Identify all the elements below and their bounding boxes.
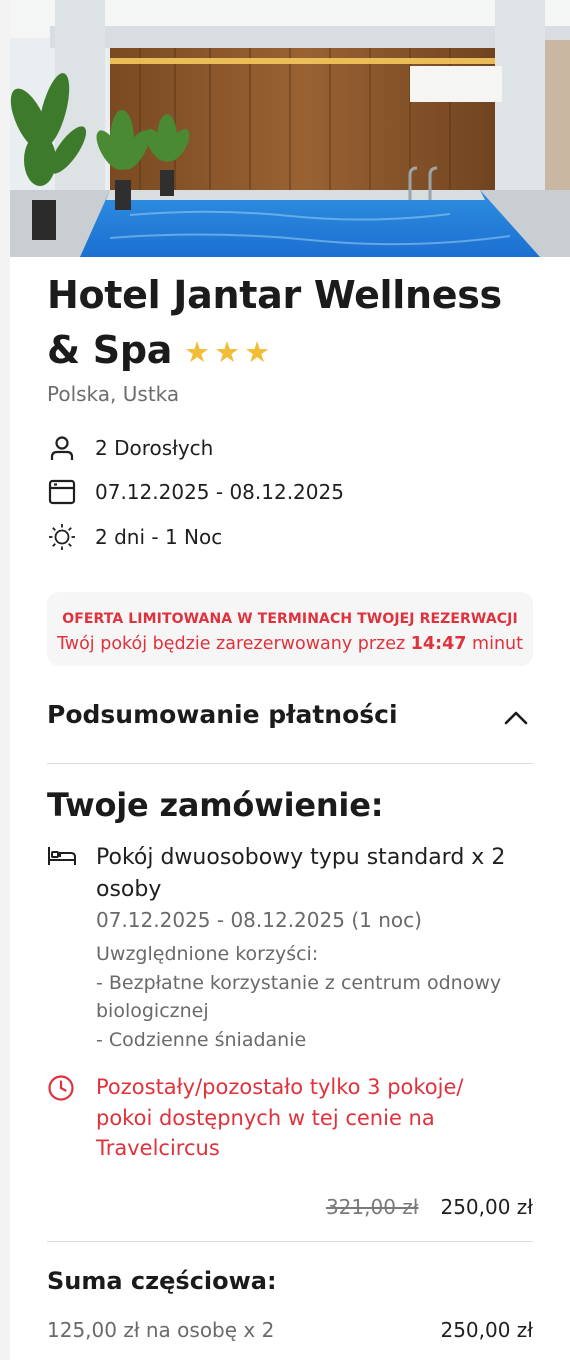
sun-icon xyxy=(47,522,77,552)
benefit-item: - Codzienne śniadanie xyxy=(96,1028,307,1051)
guests-text: 2 Dorosłych xyxy=(95,436,214,460)
chevron-up-icon[interactable] xyxy=(503,708,529,728)
hotel-name-text: Hotel Jantar Wellness & Spa xyxy=(47,273,502,372)
hotel-location: Polska, Ustka xyxy=(47,382,180,406)
guests-row: 2 Dorosłych xyxy=(47,432,213,464)
divider xyxy=(47,1241,533,1242)
dates-row: 07.12.2025 - 08.12.2025 xyxy=(47,476,344,508)
divider xyxy=(47,763,533,764)
offer-text-before: Twój pokój będzie zarezerwowany przez xyxy=(56,634,411,654)
benefits-label: Uwzględnione korzyści: xyxy=(96,943,319,965)
subtotal-title: Suma częściowa: xyxy=(47,1267,277,1295)
benefit-item: - Bezpłatne korzystanie z centrum odnowy… xyxy=(96,971,502,1023)
person-icon xyxy=(47,433,77,463)
room-price: 321,00 zł 250,00 zł xyxy=(326,1195,533,1219)
calendar-icon xyxy=(47,477,77,507)
room-name: Pokój dwuosobowy typu standard x 2 osoby xyxy=(96,845,506,902)
duration-row: 2 dni - 1 Noc xyxy=(47,521,222,553)
duration-text: 2 dni - 1 Noc xyxy=(95,525,223,549)
star-icon: ★ xyxy=(244,335,271,369)
current-price: 250,00 zł xyxy=(440,1195,533,1219)
hotel-pool-photo xyxy=(10,0,570,257)
availability-text: Pozostały/pozostało tylko 3 pokoje/ poko… xyxy=(96,1075,464,1160)
offer-headline: OFERTA LIMITOWANA W TERMINACH TWOJEJ REZ… xyxy=(62,611,518,627)
star-icon: ★ xyxy=(214,335,241,369)
room-dates: 07.12.2025 - 08.12.2025 (1 noc) xyxy=(96,908,422,932)
room-benefits: Uwzględnione korzyści: - Bezpłatne korzy… xyxy=(96,940,536,1054)
bed-icon xyxy=(47,844,77,872)
payment-summary-toggle[interactable]: Podsumowanie płatności xyxy=(47,700,533,740)
per-person-price: 125,00 zł na osobę x 2 xyxy=(47,1318,275,1342)
hotel-name: Hotel Jantar Wellness & Spa ★ ★ ★ xyxy=(47,268,537,379)
subtotal-value: 250,00 zł xyxy=(440,1318,533,1342)
countdown-timer: 14:47 xyxy=(410,634,467,654)
old-price: 321,00 zł xyxy=(325,1195,419,1219)
clock-icon xyxy=(47,1074,75,1106)
order-title: Twoje zamówienie: xyxy=(47,786,384,824)
star-icon: ★ xyxy=(184,335,211,369)
star-rating: ★ ★ ★ xyxy=(184,322,274,379)
offer-text-after: minut xyxy=(466,634,523,654)
booking-summary-card: Hotel Jantar Wellness & Spa ★ ★ ★ Polska, U… xyxy=(10,0,570,1360)
offer-countdown-line: Twój pokój będzie zarezerwowany przez 14… xyxy=(47,634,533,654)
payment-summary-title: Podsumowanie płatności xyxy=(47,700,398,729)
dates-text: 07.12.2025 - 08.12.2025 xyxy=(95,480,344,504)
limited-offer-banner: OFERTA LIMITOWANA W TERMINACH TWOJEJ REZ… xyxy=(47,592,533,666)
